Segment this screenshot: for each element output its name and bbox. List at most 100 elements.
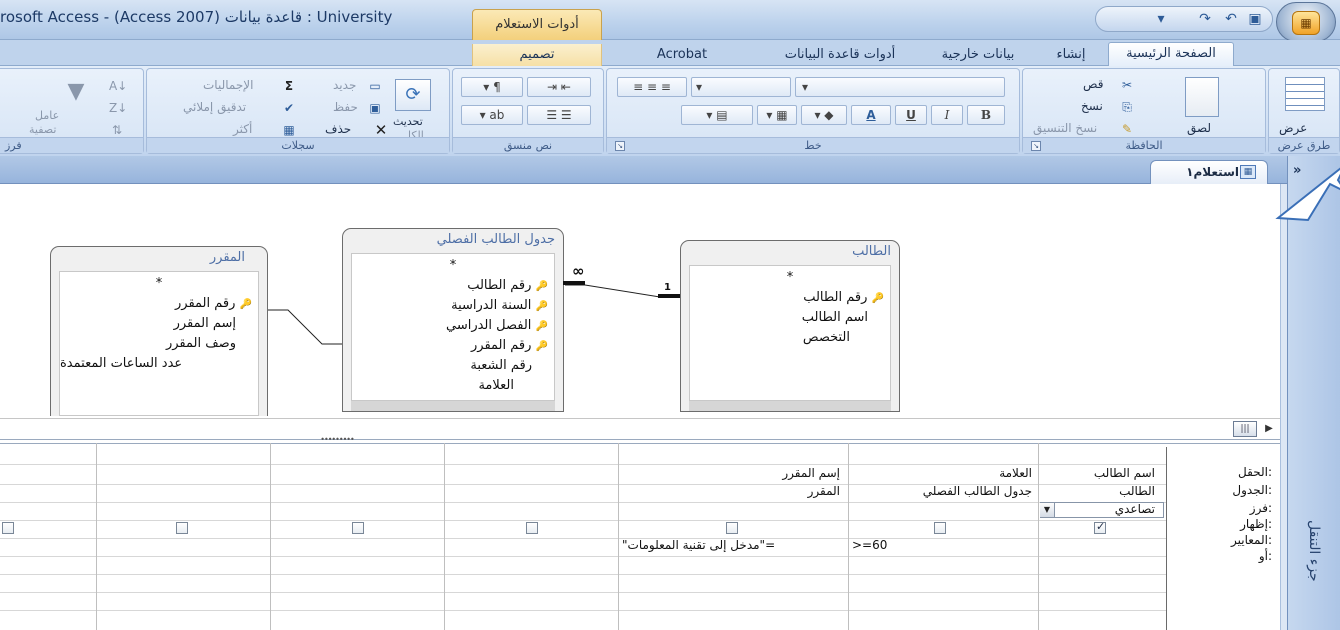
refresh-all-label-1[interactable]: تحديث: [393, 115, 423, 128]
totals-button[interactable]: الإجماليات: [203, 78, 253, 92]
scroll-right-arrow-icon[interactable]: ▶: [1262, 421, 1276, 437]
align-buttons[interactable]: ≡ ≡ ≡: [617, 77, 687, 97]
field-all[interactable]: *: [690, 268, 890, 288]
filter-label-1[interactable]: عامل: [35, 109, 59, 122]
show-checkbox[interactable]: [1094, 520, 1106, 534]
font-size-dropdown[interactable]: ▾: [691, 77, 791, 97]
table-student[interactable]: الطالب * رقم الطالب 🔑 اسم الطالب التخصص: [680, 240, 900, 412]
field-course-id[interactable]: رقم المقرر 🔑: [60, 294, 258, 314]
grid-cell-table[interactable]: جدول الطالب الفصلي: [923, 484, 1032, 498]
text-direction-button[interactable]: ▾ ¶: [461, 77, 523, 97]
new-record-icon: ▭: [369, 79, 381, 93]
new-record-button[interactable]: جديد: [333, 78, 356, 92]
table-student-semester[interactable]: جدول الطالب الفصلي * رقم الطالب 🔑 السنة …: [342, 228, 564, 412]
sort-ascending-icon[interactable]: A↓: [109, 79, 127, 93]
paste-icon[interactable]: [1185, 77, 1219, 117]
sort-descending-icon[interactable]: Z↓: [109, 101, 127, 115]
grid-cell-field[interactable]: إسم المقرر: [782, 466, 840, 480]
show-checkbox[interactable]: [352, 522, 364, 534]
clipboard-group-label: الحافظة: [1023, 137, 1265, 153]
show-checkbox[interactable]: [176, 522, 188, 534]
field-name: السنة الدراسية: [451, 298, 532, 313]
query-icon: ▦: [1240, 165, 1256, 179]
field-semester[interactable]: الفصل الدراسي 🔑: [352, 316, 554, 336]
field-student-name[interactable]: اسم الطالب: [690, 308, 890, 328]
field-section-no[interactable]: رقم الشعبة: [352, 356, 554, 376]
grid-cell-criteria[interactable]: >=60: [852, 538, 887, 552]
italic-button[interactable]: I: [931, 105, 963, 125]
fill-color-button[interactable]: ▾ ◆: [801, 105, 847, 125]
delete-button[interactable]: حذف: [325, 122, 351, 136]
scroll-thumb[interactable]: |||: [1233, 421, 1257, 437]
clipboard-launcher-icon[interactable]: ↘: [1031, 141, 1041, 151]
field-credit-hours[interactable]: عدد الساعات المعتمدة: [60, 354, 258, 374]
copy-button[interactable]: نسخ: [1081, 99, 1103, 113]
font-name-dropdown[interactable]: ▾: [795, 77, 1005, 97]
grid-cell-criteria[interactable]: ="مدخل إلى تقنية المعلومات": [622, 538, 775, 552]
redo-icon[interactable]: ↷: [1196, 10, 1214, 28]
row-label-field: الحقل:: [1238, 465, 1272, 479]
grid-cell-table[interactable]: المقرر: [808, 484, 840, 498]
field-all[interactable]: *: [352, 256, 554, 276]
table-course-title[interactable]: المقرر: [51, 247, 267, 269]
clear-sort-icon[interactable]: ⇅: [109, 123, 125, 137]
field-major[interactable]: التخصص: [690, 328, 890, 348]
table-student-title[interactable]: الطالب: [681, 241, 899, 263]
field-grade[interactable]: العلامة: [352, 376, 554, 396]
table-student-semester-title[interactable]: جدول الطالب الفصلي: [343, 229, 563, 251]
refresh-all-icon[interactable]: ⟳: [395, 79, 431, 111]
grid-row-line: [0, 556, 1166, 557]
indent-buttons[interactable]: ⇥ ⇤: [527, 77, 591, 97]
underline-button[interactable]: U: [895, 105, 927, 125]
ribbon-tab-strip: الصفحة الرئيسية إنشاء بيانات خارجية أدوا…: [0, 40, 1340, 67]
table-resize-edge: [351, 401, 555, 411]
tab-home[interactable]: الصفحة الرئيسية: [1108, 42, 1234, 67]
tab-database-tools[interactable]: أدوات قاعدة البيانات: [765, 44, 915, 66]
show-checkbox[interactable]: [726, 522, 738, 534]
undo-icon[interactable]: ↶: [1222, 10, 1240, 28]
sort-dropdown-arrow-icon[interactable]: ▼: [1040, 503, 1055, 517]
save-icon[interactable]: ▣: [1246, 10, 1264, 28]
datasheet-view-icon[interactable]: [1285, 77, 1325, 111]
show-checkbox[interactable]: [526, 522, 538, 534]
tab-acrobat[interactable]: Acrobat: [612, 44, 752, 66]
font-color-button[interactable]: A: [851, 105, 891, 125]
field-academic-year[interactable]: السنة الدراسية 🔑: [352, 296, 554, 316]
bold-button[interactable]: B: [967, 105, 1005, 125]
office-button[interactable]: ▦: [1276, 2, 1336, 42]
format-painter-button[interactable]: نسخ التنسيق: [1033, 121, 1097, 135]
grid-cell-field[interactable]: العلامة: [999, 466, 1032, 480]
view-button[interactable]: عرض: [1279, 121, 1307, 135]
field-all[interactable]: *: [60, 274, 258, 294]
more-button[interactable]: أكثر: [233, 122, 252, 136]
save-record-button[interactable]: حفظ: [333, 100, 358, 114]
customize-qat-icon[interactable]: ▾: [1152, 10, 1170, 28]
grid-cell-table[interactable]: الطالب: [1119, 484, 1155, 498]
paste-button[interactable]: لصق: [1187, 121, 1211, 135]
font-launcher-icon[interactable]: ↘: [615, 141, 625, 151]
tab-design[interactable]: تصميم: [472, 44, 602, 66]
field-course-id[interactable]: رقم المقرر 🔑: [352, 336, 554, 356]
highlight-button[interactable]: ▾ ab: [461, 105, 523, 125]
cut-button[interactable]: قص: [1083, 77, 1103, 91]
field-student-id[interactable]: رقم الطالب 🔑: [352, 276, 554, 296]
pane-divider: [1280, 184, 1287, 630]
spelling-button[interactable]: تدقيق إملائي: [183, 100, 246, 114]
grid-cell-sort[interactable]: تصاعدي: [1115, 502, 1155, 516]
filter-label-2[interactable]: تصفية: [29, 123, 56, 136]
field-course-name[interactable]: إسم المقرر: [60, 314, 258, 334]
query-design-grid: [0, 443, 1280, 630]
design-pane-scrollbar[interactable]: [0, 418, 1280, 440]
grid-cell-field[interactable]: اسم الطالب: [1094, 466, 1155, 480]
show-checkbox[interactable]: [934, 522, 946, 534]
gridlines-button[interactable]: ▾ ▤: [681, 105, 753, 125]
filter-icon[interactable]: ▼: [63, 79, 89, 105]
tab-external-data[interactable]: بيانات خارجية: [926, 44, 1030, 66]
field-student-id[interactable]: رقم الطالب 🔑: [690, 288, 890, 308]
field-course-desc[interactable]: وصف المقرر: [60, 334, 258, 354]
list-buttons[interactable]: ☰ ☰: [527, 105, 591, 125]
tab-create[interactable]: إنشاء: [1043, 44, 1099, 66]
table-course[interactable]: المقرر * رقم المقرر 🔑 إسم المقرر وصف الم…: [50, 246, 268, 416]
alt-fill-button[interactable]: ▾ ▦: [757, 105, 797, 125]
show-checkbox[interactable]: [2, 522, 14, 534]
